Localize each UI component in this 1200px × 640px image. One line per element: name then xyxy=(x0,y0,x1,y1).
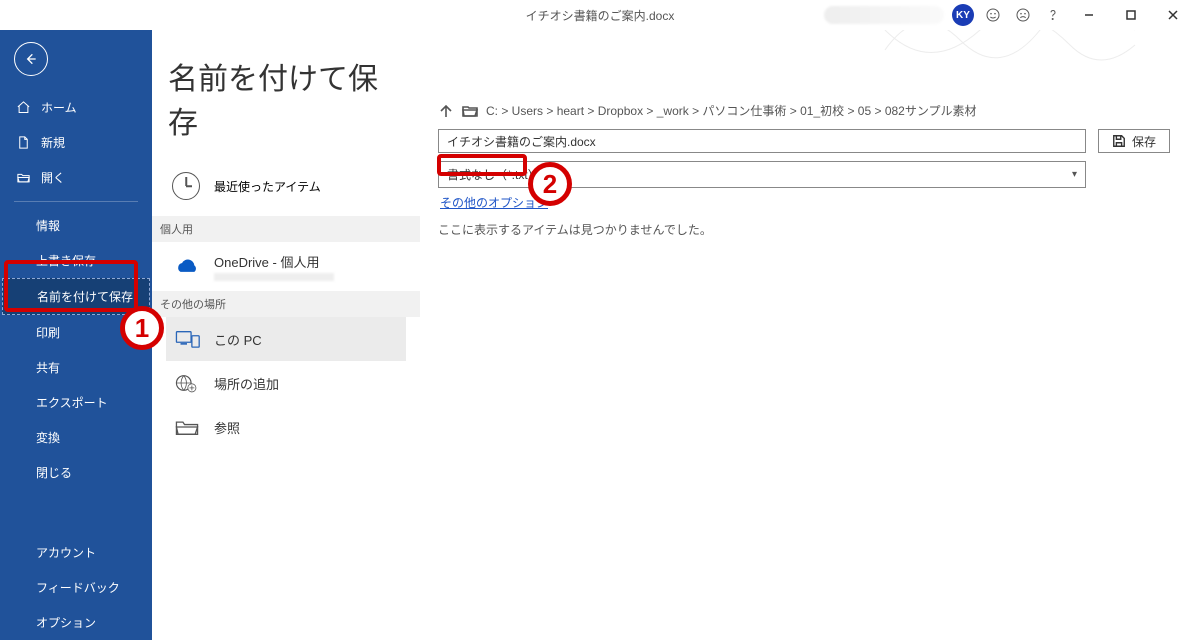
up-arrow-icon[interactable] xyxy=(438,103,454,119)
nav-account[interactable]: アカウント xyxy=(0,535,152,570)
document-title: イチオシ書籍のご案内.docx xyxy=(526,7,675,24)
filename-input[interactable] xyxy=(438,129,1086,153)
location-browse[interactable]: 参照 xyxy=(166,405,406,449)
nav-new[interactable]: 新規 xyxy=(0,125,152,160)
filetype-dropdown[interactable]: 書式なし（*.txt） ▾ xyxy=(438,161,1086,188)
window-minimize-button[interactable] xyxy=(1072,4,1106,26)
nav-saveas[interactable]: 名前を付けて保存 xyxy=(2,278,150,315)
location-add-place[interactable]: 場所の追加 xyxy=(166,361,406,405)
nav-label: アカウント xyxy=(36,544,96,561)
section-personal: 個人用 xyxy=(152,216,420,242)
nav-save[interactable]: 上書き保存 xyxy=(0,243,152,278)
backstage-sidebar: ホーム 新規 開く 情報 上書き保存 名前を付けて保存 印刷 共有 エクスポート… xyxy=(0,30,152,640)
chevron-down-icon: ▾ xyxy=(1072,169,1077,180)
nav-label: オプション xyxy=(36,614,96,631)
browse-folder-icon xyxy=(174,415,200,439)
nav-label: 上書き保存 xyxy=(36,252,96,269)
page-title: 名前を付けて保存 xyxy=(168,54,406,142)
nav-label: 閉じる xyxy=(36,464,72,481)
nav-label: エクスポート xyxy=(36,394,108,411)
location-onedrive[interactable]: OneDrive - 個人用 xyxy=(166,242,406,291)
this-pc-icon xyxy=(174,327,200,351)
nav-label: 開く xyxy=(41,169,65,186)
folder-open-icon[interactable] xyxy=(462,103,478,119)
open-folder-icon xyxy=(16,170,31,185)
more-options-link[interactable]: その他のオプション xyxy=(440,194,548,211)
user-initials-badge[interactable]: KY xyxy=(952,4,974,26)
nav-label: 変換 xyxy=(36,429,60,446)
nav-home[interactable]: ホーム xyxy=(0,90,152,125)
nav-divider xyxy=(14,201,138,202)
onedrive-icon xyxy=(174,255,200,279)
location-this-pc[interactable]: この PC xyxy=(166,317,406,361)
nav-label: 名前を付けて保存 xyxy=(37,288,133,305)
nav-label: 情報 xyxy=(36,217,60,234)
help-icon[interactable] xyxy=(1042,4,1064,26)
save-button-label: 保存 xyxy=(1132,133,1156,150)
location-label: 参照 xyxy=(214,418,240,437)
breadcrumb-row: C: > Users > heart > Dropbox > _work > パ… xyxy=(438,102,1170,119)
saveas-main-panel: C: > Users > heart > Dropbox > _work > パ… xyxy=(420,30,1200,640)
empty-folder-message: ここに表示するアイテムは見つかりませんでした。 xyxy=(438,221,1170,238)
save-button[interactable]: 保存 xyxy=(1098,129,1170,153)
location-label: 場所の追加 xyxy=(214,374,279,393)
nav-close[interactable]: 閉じる xyxy=(0,455,152,490)
add-place-icon xyxy=(174,371,200,395)
smile-icon[interactable] xyxy=(982,4,1004,26)
file-icon xyxy=(16,135,31,150)
window-close-button[interactable] xyxy=(1156,4,1190,26)
breadcrumb[interactable]: C: > Users > heart > Dropbox > _work > パ… xyxy=(486,102,977,119)
window-maximize-button[interactable] xyxy=(1114,4,1148,26)
nav-label: ホーム xyxy=(41,99,77,116)
nav-share[interactable]: 共有 xyxy=(0,350,152,385)
nav-export[interactable]: エクスポート xyxy=(0,385,152,420)
location-label: OneDrive - 個人用 xyxy=(214,252,334,271)
user-name-pill[interactable] xyxy=(824,6,944,24)
nav-open[interactable]: 開く xyxy=(0,160,152,195)
titlebar: イチオシ書籍のご案内.docx KY xyxy=(0,0,1200,30)
nav-label: フィードバック xyxy=(36,579,120,596)
location-recent[interactable]: 最近使ったアイテム xyxy=(166,166,406,216)
nav-feedback[interactable]: フィードバック xyxy=(0,570,152,605)
filetype-value: 書式なし（*.txt） xyxy=(447,166,540,183)
clock-icon xyxy=(172,172,200,200)
nav-label: 新規 xyxy=(41,134,65,151)
nav-transform[interactable]: 変換 xyxy=(0,420,152,455)
nav-label: 印刷 xyxy=(36,324,60,341)
nav-label: 共有 xyxy=(36,359,60,376)
nav-options[interactable]: オプション xyxy=(0,605,152,640)
nav-print[interactable]: 印刷 xyxy=(0,315,152,350)
section-other-places: その他の場所 xyxy=(152,291,420,317)
nav-info[interactable]: 情報 xyxy=(0,208,152,243)
saveas-locations-panel: 名前を付けて保存 最近使ったアイテム 個人用 OneDrive - 個人用 その… xyxy=(152,30,420,640)
back-button[interactable] xyxy=(14,42,48,76)
home-icon xyxy=(16,100,31,115)
onedrive-account-blur xyxy=(214,273,334,281)
frown-icon[interactable] xyxy=(1012,4,1034,26)
location-label: 最近使ったアイテム xyxy=(214,178,321,195)
location-label: この PC xyxy=(214,330,262,349)
